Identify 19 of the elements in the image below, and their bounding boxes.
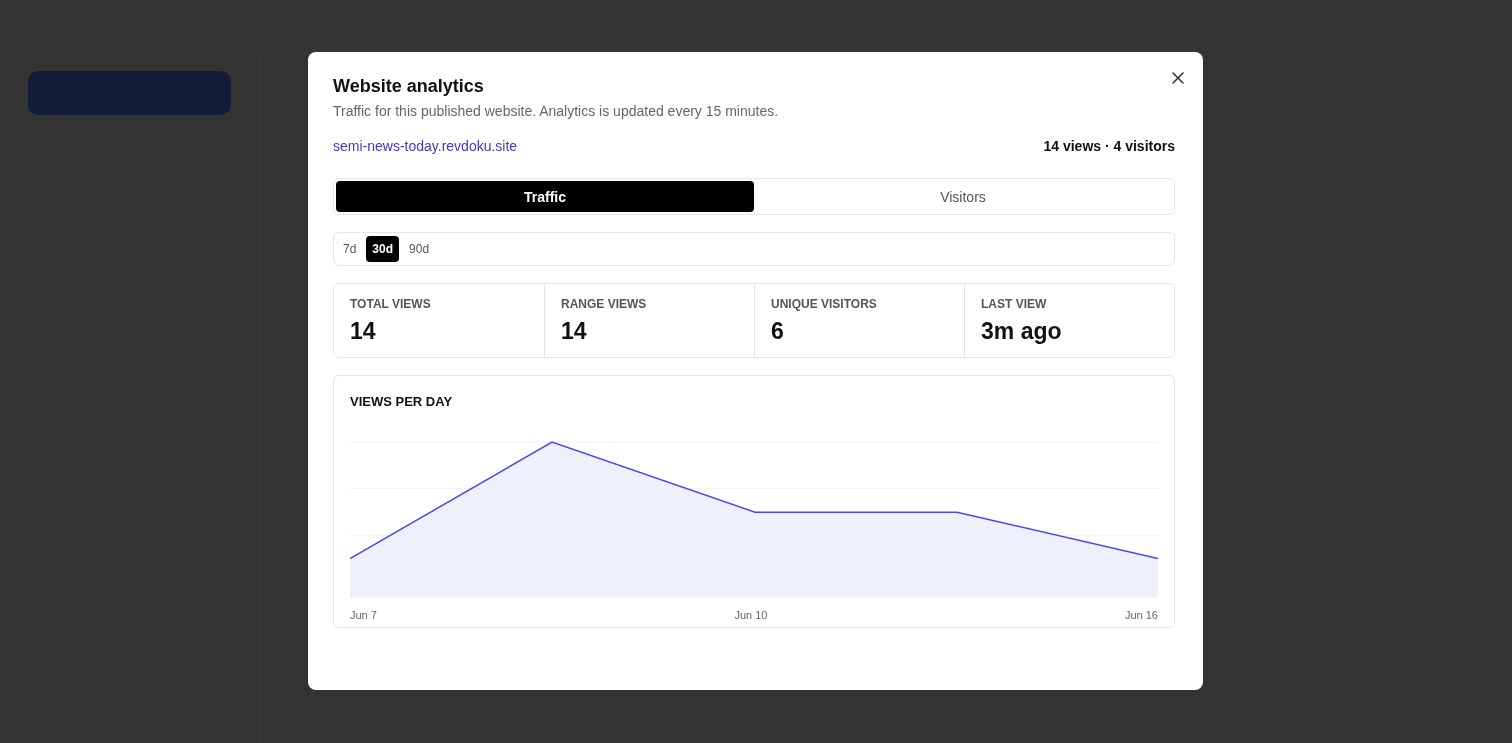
range-option[interactable]: 30d xyxy=(366,236,400,262)
stat-label: UNIQUE VISITORS xyxy=(771,297,878,311)
stat-label: RANGE VIEWS xyxy=(561,297,648,311)
site-link[interactable]: semi-news-today.revdoku.site xyxy=(333,138,518,154)
tab[interactable]: Traffic xyxy=(336,181,754,212)
dialog-title: Website analytics xyxy=(333,76,485,97)
views-summary: 14 views · 4 visitors xyxy=(1043,138,1175,154)
axis-label: Jun 10 xyxy=(734,609,768,621)
stat-label: TOTAL VIEWS xyxy=(350,297,432,311)
stat-label: LAST VIEW xyxy=(981,297,1048,311)
stat-value: 6 xyxy=(771,318,785,345)
stat-value: 14 xyxy=(350,318,377,345)
axis-label: Jun 7 xyxy=(350,609,377,621)
chart-title: VIEWS PER DAY xyxy=(350,394,454,409)
axis-label: Jun 16 xyxy=(1124,609,1158,621)
stat-value: 14 xyxy=(561,318,588,345)
stat-value: 3m ago xyxy=(981,318,1063,345)
dialog-subtitle: Traffic for this published website. Analytics is updated every 15 minutes. xyxy=(333,103,780,119)
close-icon[interactable] xyxy=(1169,69,1187,87)
